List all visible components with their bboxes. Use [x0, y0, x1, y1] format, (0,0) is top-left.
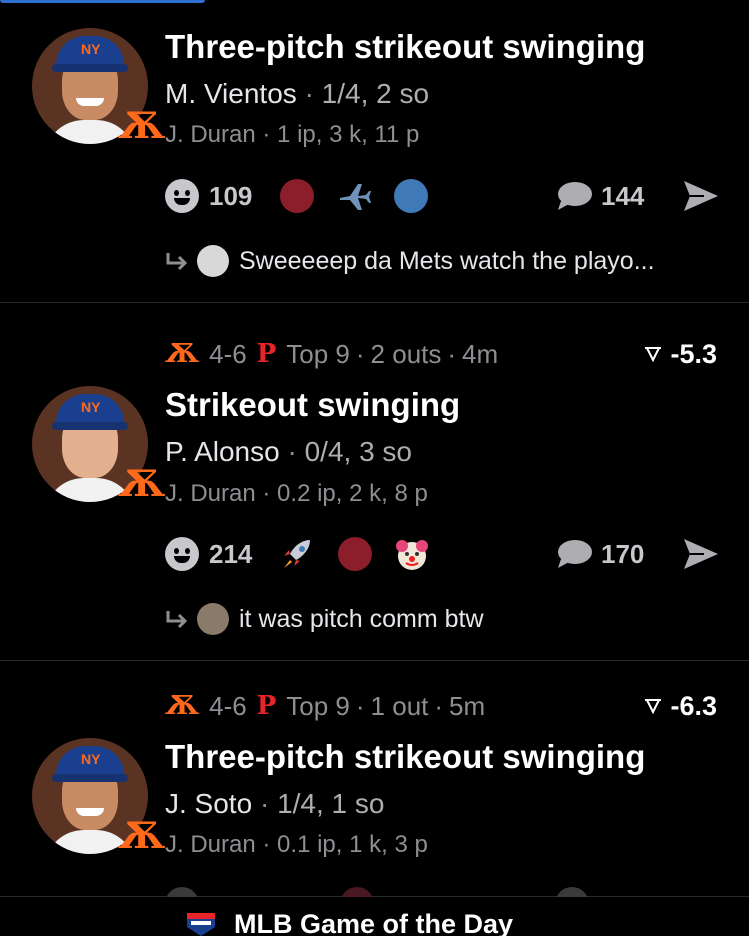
batter-stat: 1/4, 1 so: [277, 788, 385, 819]
card-divider: [0, 302, 749, 303]
send-icon[interactable]: [682, 537, 720, 571]
timestamp: 5m: [449, 690, 486, 721]
top-reply[interactable]: it was pitch comm btw: [165, 601, 484, 637]
comment-bubble-icon: [558, 540, 592, 568]
outs: 2 outs: [370, 338, 442, 369]
send-icon[interactable]: [682, 179, 720, 213]
clipped-reactions: [0, 887, 749, 897]
pitcher-name[interactable]: J. Duran: [165, 480, 256, 507]
comments-button[interactable]: 144: [555, 176, 644, 216]
pitcher-stat: 0.2 ip, 2 k, 8 p: [277, 480, 428, 507]
pitcher-name[interactable]: J. Duran: [165, 121, 256, 148]
cap-logo: NY: [81, 751, 101, 767]
mets-logo-icon: Ѫ: [118, 815, 166, 857]
cap-brim: [52, 64, 128, 72]
previous-card-clipped: [0, 0, 749, 8]
separator: ·: [262, 121, 271, 148]
phillies-logo-icon: P: [256, 691, 277, 721]
cap-logo: NY: [81, 399, 101, 415]
top-reply[interactable]: Sweeeeep da Mets watch the playo...: [165, 243, 655, 279]
reply-arrow-icon: [166, 611, 188, 629]
comment-count: 144: [601, 180, 645, 211]
separator: ·: [287, 436, 297, 467]
batter-line[interactable]: J. Soto · 1/4, 1 so: [165, 788, 384, 820]
pitcher-line[interactable]: J. Duran · 0.2 ip, 2 k, 8 p: [165, 480, 428, 508]
game-of-the-day-logo-icon: [187, 913, 215, 936]
blue-circle-icon[interactable]: [394, 179, 429, 213]
win-prob-change: -6.3: [670, 690, 717, 721]
footer-title[interactable]: MLB Game of the Day: [234, 909, 513, 936]
smile: [76, 808, 104, 816]
reactions-bar[interactable]: 109: [165, 176, 450, 216]
separator: ·: [355, 690, 365, 721]
win-prob-change: -5.3: [670, 338, 717, 369]
reply-avatar[interactable]: [197, 603, 229, 635]
batter-name[interactable]: M. Vientos: [165, 78, 297, 109]
batter-name[interactable]: P. Alonso: [165, 436, 280, 467]
mets-logo-icon: Ѫ: [118, 463, 166, 505]
batter-line[interactable]: P. Alonso · 0/4, 3 so: [165, 436, 412, 468]
mets-logo-icon: Ѫ: [118, 105, 166, 147]
separator: ·: [259, 788, 270, 819]
score: 4-6: [209, 338, 247, 369]
win-prob-arrow-icon: [645, 699, 662, 715]
pitcher-stat: 1 ip, 3 k, 11 p: [277, 121, 420, 148]
cap-brim: [52, 422, 128, 430]
timestamp: 4m: [462, 338, 499, 369]
active-tab-indicator: [0, 0, 205, 3]
footer-bar[interactable]: MLB Game of the Day: [0, 887, 749, 936]
reply-text[interactable]: it was pitch comm btw: [239, 605, 484, 634]
reaction-count[interactable]: 109: [209, 181, 252, 212]
smiley-react-icon[interactable]: [165, 537, 199, 571]
score: 4-6: [209, 690, 247, 721]
batter-stat: 1/4, 2 so: [321, 78, 430, 109]
inning: Top 9: [286, 690, 350, 721]
smiley-react-icon[interactable]: [165, 179, 199, 213]
pitcher-stat: 0.1 ip, 1 k, 3 p: [277, 831, 428, 858]
game-meta: Ѫ 4-6 P Top 9 · 1 out · 5m: [165, 688, 485, 724]
win-probability: -5.3: [644, 336, 717, 372]
batter-stat: 0/4, 3 so: [304, 436, 412, 467]
reply-text[interactable]: Sweeeeep da Mets watch the playo...: [239, 247, 655, 276]
phillies-logo-icon: P: [256, 339, 277, 369]
smile: [76, 98, 104, 106]
play-title: Three-pitch strikeout swinging: [165, 738, 646, 775]
separator: ·: [262, 480, 271, 507]
pitcher-line[interactable]: J. Duran · 1 ip, 3 k, 11 p: [165, 121, 419, 149]
mets-logo-icon: Ѫ: [165, 339, 200, 369]
separator: ·: [355, 338, 365, 369]
mets-logo-icon: Ѫ: [165, 691, 200, 721]
comments-button[interactable]: 170: [555, 534, 644, 574]
reply-arrow-icon: [166, 253, 188, 271]
win-probability: -6.3: [644, 688, 717, 724]
pitcher-line[interactable]: J. Duran · 0.1 ip, 1 k, 3 p: [165, 831, 428, 859]
airplane-icon[interactable]: [336, 178, 372, 214]
game-meta: Ѫ 4-6 P Top 9 · 2 outs · 4m: [165, 336, 498, 372]
win-prob-arrow-icon: [645, 347, 662, 363]
cap-logo: NY: [81, 41, 101, 57]
card-divider: [0, 660, 749, 661]
separator: ·: [434, 690, 444, 721]
play-title: Strikeout swinging: [165, 386, 461, 423]
red-circle-icon[interactable]: [280, 179, 315, 213]
batter-name[interactable]: J. Soto: [165, 788, 252, 819]
outs: 1 out: [370, 690, 429, 721]
pitcher-name[interactable]: J. Duran: [165, 831, 256, 858]
inning: Top 9: [286, 338, 350, 369]
reply-avatar[interactable]: [197, 245, 229, 277]
batter-line[interactable]: M. Vientos · 1/4, 2 so: [165, 78, 429, 110]
cap-brim: [52, 774, 128, 782]
separator: ·: [447, 338, 457, 369]
play-title: Three-pitch strikeout swinging: [165, 28, 646, 65]
comment-bubble-icon: [558, 182, 592, 210]
separator: ·: [304, 78, 314, 109]
clown-icon[interactable]: [394, 536, 430, 572]
comment-count: 170: [601, 538, 645, 569]
red-circle-icon[interactable]: [338, 537, 373, 571]
separator: ·: [262, 831, 271, 858]
reaction-count[interactable]: 214: [209, 539, 252, 570]
rocket-icon[interactable]: [280, 536, 316, 572]
reactions-bar[interactable]: 214: [165, 534, 452, 574]
